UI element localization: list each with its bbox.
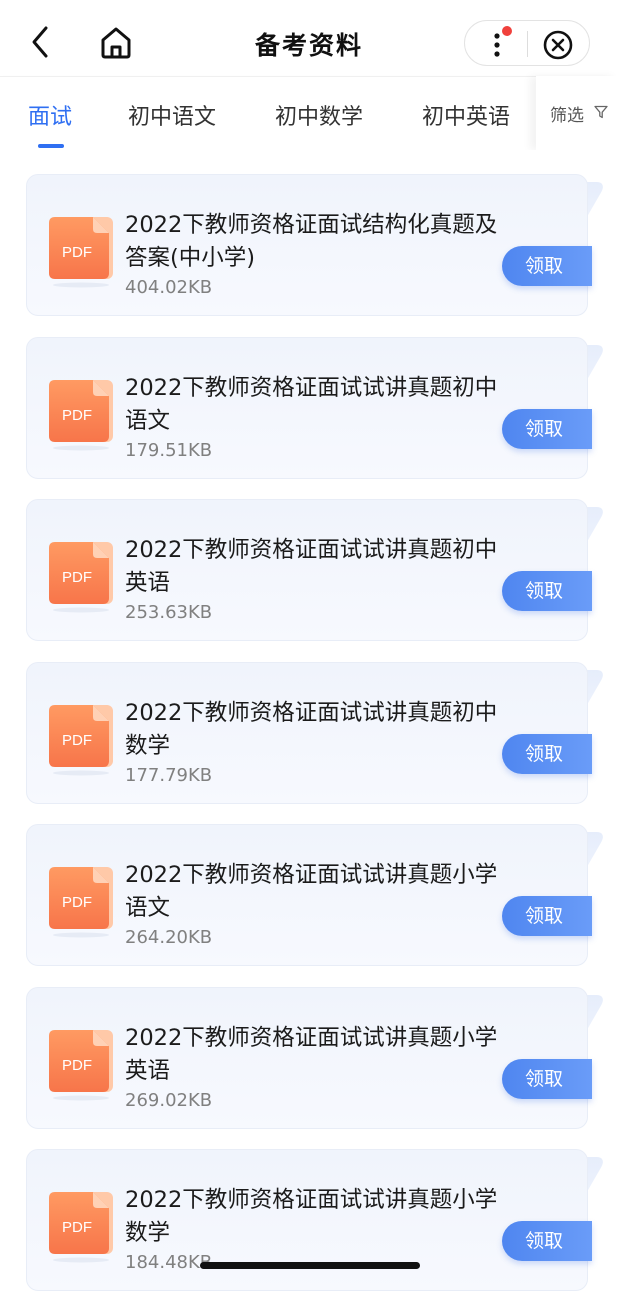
file-card-4[interactable]: PDF 2022下教师资格证面试试讲真题初中数学 177.79KB 领取 (26, 661, 608, 804)
notification-dot (502, 26, 512, 36)
pdf-file-icon: PDF (49, 867, 113, 938)
claim-button[interactable]: 领取 (502, 733, 592, 774)
card-body: PDF 2022下教师资格证面试试讲真题初中语文 179.51KB (26, 336, 588, 479)
active-tab-indicator (38, 144, 64, 148)
claim-button[interactable]: 领取 (502, 408, 592, 449)
file-card-5[interactable]: PDF 2022下教师资格证面试试讲真题小学语文 264.20KB 领取 (26, 824, 608, 966)
file-title: 2022下教师资格证面试试讲真题初中英语 (125, 537, 498, 596)
card-body: PDF 2022下教师资格证面试试讲真题小学英语 269.02KB (26, 986, 588, 1129)
tab-junior-chinese[interactable]: 初中语文 (128, 99, 216, 131)
top-bar: 备考资料 (0, 0, 618, 76)
file-size: 269.02KB (125, 1089, 213, 1111)
pdf-label: PDF (62, 569, 92, 586)
file-size: 404.02KB (125, 277, 213, 298)
file-title: 2022下教师资格证面试试讲真题初中语文 (125, 374, 498, 434)
file-title: 2022下教师资格证面试试讲真题初中数学 (125, 699, 498, 759)
file-title: 2022下教师资格证面试结构化真题及答案(中小学) (125, 212, 498, 271)
file-card-6[interactable]: PDF 2022下教师资格证面试试讲真题小学英语 269.02KB 领取 (26, 986, 608, 1129)
mini-program-capsule (464, 20, 590, 66)
file-size: 177.79KB (125, 764, 213, 786)
pdf-label: PDF (62, 1057, 92, 1074)
pdf-file-icon: PDF (49, 542, 113, 613)
pdf-file-icon: PDF (49, 217, 113, 288)
claim-button[interactable]: 领取 (502, 896, 592, 936)
pdf-label: PDF (62, 407, 92, 424)
file-size: 264.20KB (125, 927, 213, 948)
file-title: 2022下教师资格证面试试讲真题小学英语 (125, 1024, 498, 1084)
file-card-3[interactable]: PDF 2022下教师资格证面试试讲真题初中英语 253.63KB 领取 (26, 499, 608, 641)
tab-interview[interactable]: 面试 (28, 99, 72, 131)
file-card-1[interactable]: PDF 2022下教师资格证面试结构化真题及答案(中小学) 404.02KB 领… (26, 174, 608, 316)
claim-button[interactable]: 领取 (502, 571, 592, 611)
category-tabs: 面试 初中语文 初中数学 初中英语 (0, 76, 618, 150)
home-indicator (200, 1262, 420, 1269)
claim-button[interactable]: 领取 (502, 1221, 592, 1261)
file-size: 184.48KB (125, 1252, 213, 1273)
filter-button[interactable]: 筛选 (536, 76, 618, 150)
card-body: PDF 2022下教师资格证面试试讲真题初中英语 253.63KB (26, 499, 588, 641)
pdf-file-icon: PDF (49, 1029, 113, 1100)
claim-button[interactable]: 领取 (502, 246, 592, 286)
pdf-file-icon: PDF (49, 379, 113, 450)
close-circle-icon (543, 30, 573, 60)
card-body: PDF 2022下教师资格证面试试讲真题小学语文 264.20KB (26, 824, 588, 966)
file-list: PDF 2022下教师资格证面试结构化真题及答案(中小学) 404.02KB 领… (0, 150, 618, 1291)
pdf-label: PDF (62, 894, 92, 911)
pdf-label: PDF (62, 732, 92, 749)
filter-label: 筛选 (550, 106, 584, 126)
pdf-file-icon: PDF (49, 1192, 113, 1263)
pdf-label: PDF (62, 244, 92, 261)
close-button[interactable] (541, 28, 575, 62)
tab-junior-english[interactable]: 初中英语 (422, 99, 510, 131)
filter-icon (594, 105, 608, 119)
file-title: 2022下教师资格证面试试讲真题小学数学 (125, 1187, 498, 1246)
file-size: 179.51KB (125, 439, 213, 461)
pdf-label: PDF (62, 1219, 92, 1236)
card-body: PDF 2022下教师资格证面试试讲真题小学数学 184.48KB (26, 1149, 588, 1291)
file-size: 253.63KB (125, 602, 213, 623)
file-card-7[interactable]: PDF 2022下教师资格证面试试讲真题小学数学 184.48KB 领取 (26, 1149, 608, 1291)
claim-button[interactable]: 领取 (502, 1058, 592, 1099)
file-card-2[interactable]: PDF 2022下教师资格证面试试讲真题初中语文 179.51KB 领取 (26, 336, 608, 479)
capsule-divider (527, 31, 528, 57)
card-body: PDF 2022下教师资格证面试试讲真题初中数学 177.79KB (26, 661, 588, 804)
card-body: PDF 2022下教师资格证面试结构化真题及答案(中小学) 404.02KB (26, 174, 588, 316)
pdf-file-icon: PDF (49, 704, 113, 775)
file-title: 2022下教师资格证面试试讲真题小学语文 (125, 862, 498, 921)
tab-junior-math[interactable]: 初中数学 (275, 99, 363, 131)
